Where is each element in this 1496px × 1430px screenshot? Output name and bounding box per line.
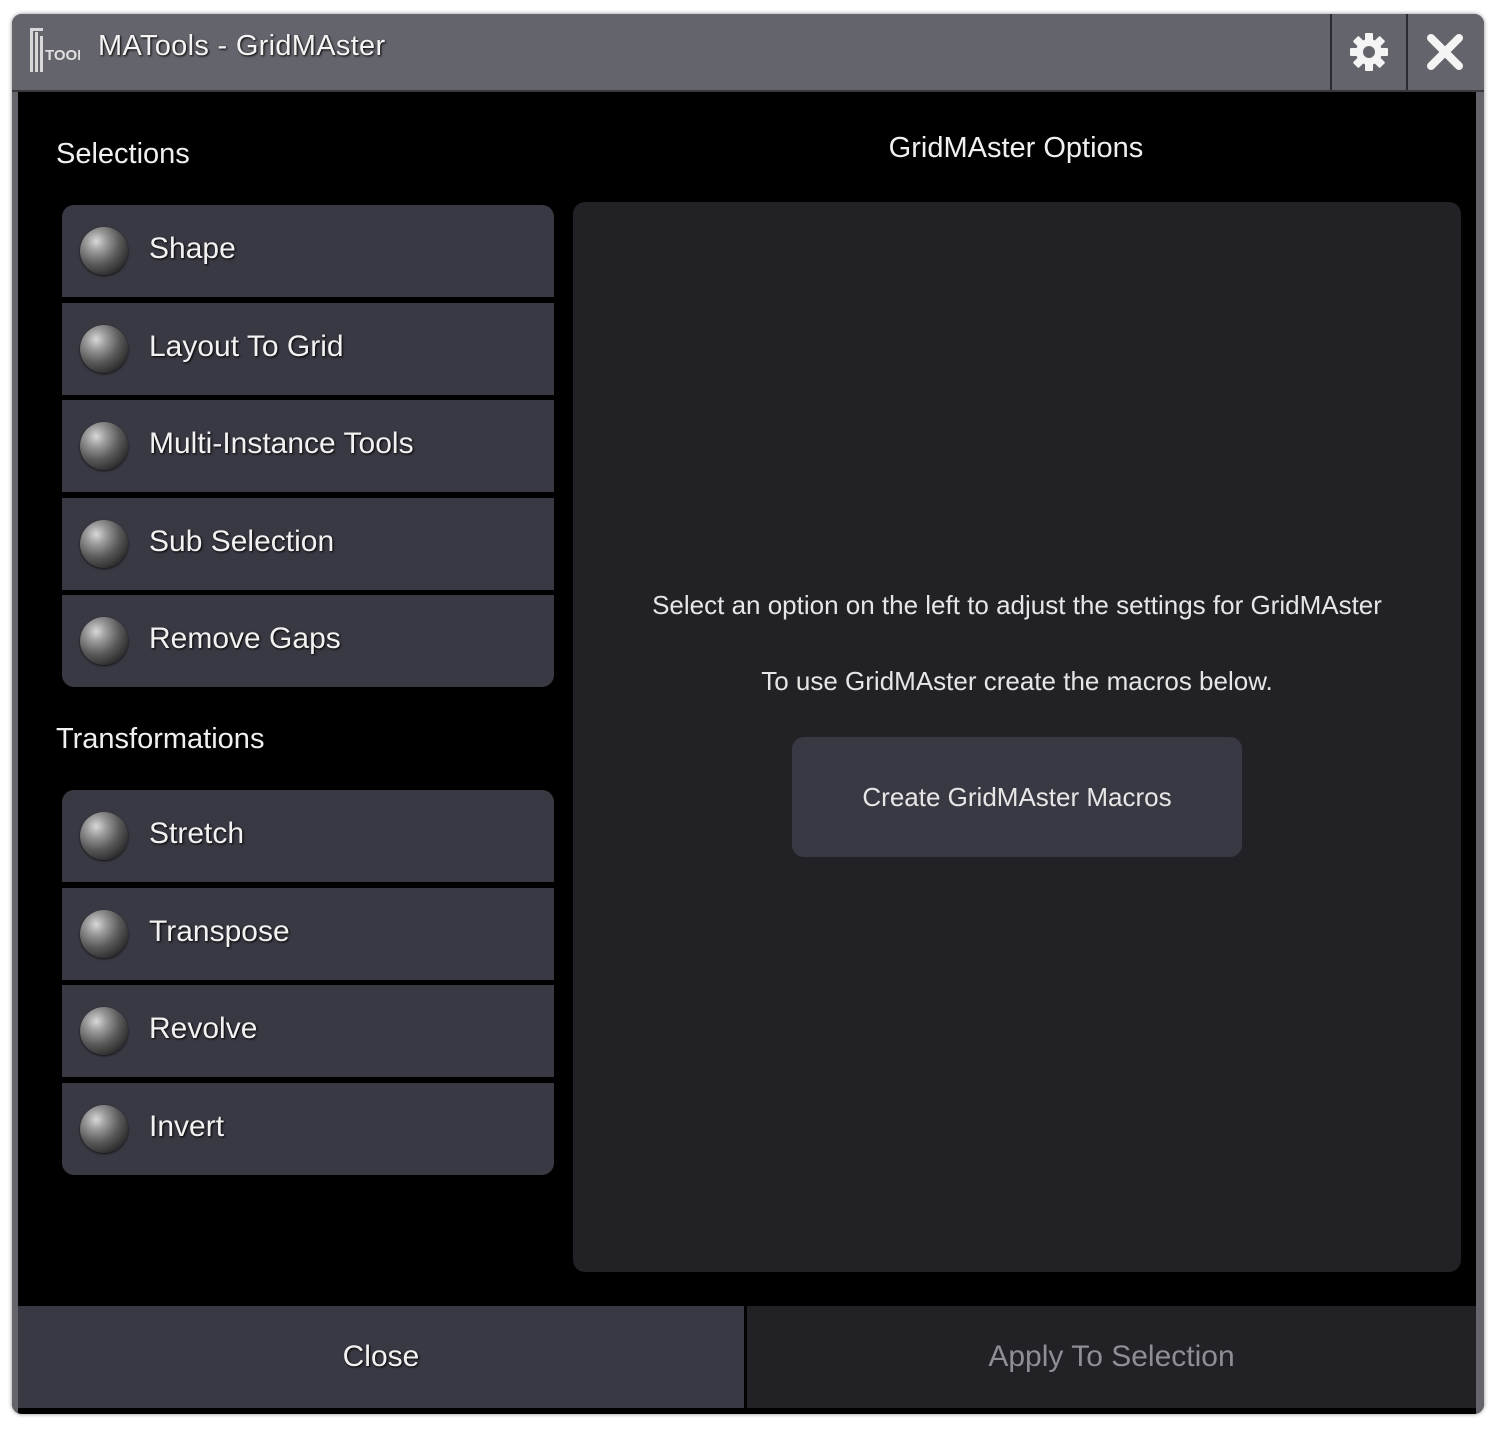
transformations-heading: Transformations xyxy=(56,723,265,755)
gear-icon xyxy=(1350,33,1388,71)
indicator-led-icon xyxy=(80,909,128,958)
selections-heading: Selections xyxy=(56,138,190,170)
remove-gaps-button-label: Remove Gaps xyxy=(149,622,341,655)
svg-text:TOOLS: TOOLS xyxy=(45,47,80,64)
shape-button-label: Shape xyxy=(149,232,236,265)
apply-to-selection-button[interactable]: Apply To Selection xyxy=(747,1306,1476,1408)
close-icon xyxy=(1427,34,1463,70)
invert-button-label: Invert xyxy=(149,1109,225,1143)
indicator-led-icon xyxy=(80,1104,128,1153)
multi-instance-tools-button-label: Multi-Instance Tools xyxy=(149,427,414,460)
indicator-led-icon xyxy=(80,617,128,665)
window-frame-right xyxy=(1476,92,1484,1414)
options-panel: Select an option on the left to adjust t… xyxy=(573,202,1461,1272)
indicator-led-icon xyxy=(80,812,128,860)
create-macros-button[interactable]: Create GridMAster Macros xyxy=(792,737,1242,857)
sub-selection-button-label: Sub Selection xyxy=(149,524,335,558)
indicator-led-icon xyxy=(80,227,128,275)
stretch-button[interactable]: Stretch xyxy=(62,790,554,882)
layout-to-grid-button[interactable]: Layout To Grid xyxy=(62,302,554,395)
indicator-led-icon xyxy=(80,422,128,470)
sub-selection-button[interactable]: Sub Selection xyxy=(62,497,554,590)
layout-to-grid-button-label: Layout To Grid xyxy=(149,329,344,363)
transpose-button-label: Transpose xyxy=(149,914,290,948)
stretch-button-label: Stretch xyxy=(149,817,245,850)
title-bar[interactable]: TOOLS MATools - GridMAster xyxy=(12,14,1484,92)
settings-button[interactable] xyxy=(1330,14,1406,90)
multi-instance-tools-button[interactable]: Multi-Instance Tools xyxy=(62,400,554,492)
indicator-led-icon xyxy=(80,324,128,373)
options-title: GridMAster Options xyxy=(888,132,1144,164)
window-frame-left xyxy=(12,92,18,1414)
indicator-led-icon xyxy=(80,519,128,568)
transformations-button-group: Stretch Transpose Revolve Invert xyxy=(62,790,554,1175)
selections-button-group: Shape Layout To Grid Multi-Instance Tool… xyxy=(62,205,554,687)
revolve-button[interactable]: Revolve xyxy=(62,985,554,1077)
window-close-button[interactable] xyxy=(1406,14,1482,90)
revolve-button-label: Revolve xyxy=(149,1012,258,1045)
transpose-button[interactable]: Transpose xyxy=(62,887,554,980)
invert-button[interactable]: Invert xyxy=(62,1082,554,1175)
remove-gaps-button[interactable]: Remove Gaps xyxy=(62,595,554,687)
indicator-led-icon xyxy=(80,1007,128,1055)
info-text-create-macros: To use GridMAster create the macros belo… xyxy=(761,666,1273,696)
close-button[interactable]: Close xyxy=(18,1306,744,1408)
window-title: MATools - GridMAster xyxy=(98,30,386,62)
gridmaster-window: TOOLS MATools - GridMAster xyxy=(12,14,1484,1414)
shape-button[interactable]: Shape xyxy=(62,205,554,297)
info-text-select-option: Select an option on the left to adjust t… xyxy=(652,590,1382,620)
matools-logo: TOOLS xyxy=(30,28,80,72)
